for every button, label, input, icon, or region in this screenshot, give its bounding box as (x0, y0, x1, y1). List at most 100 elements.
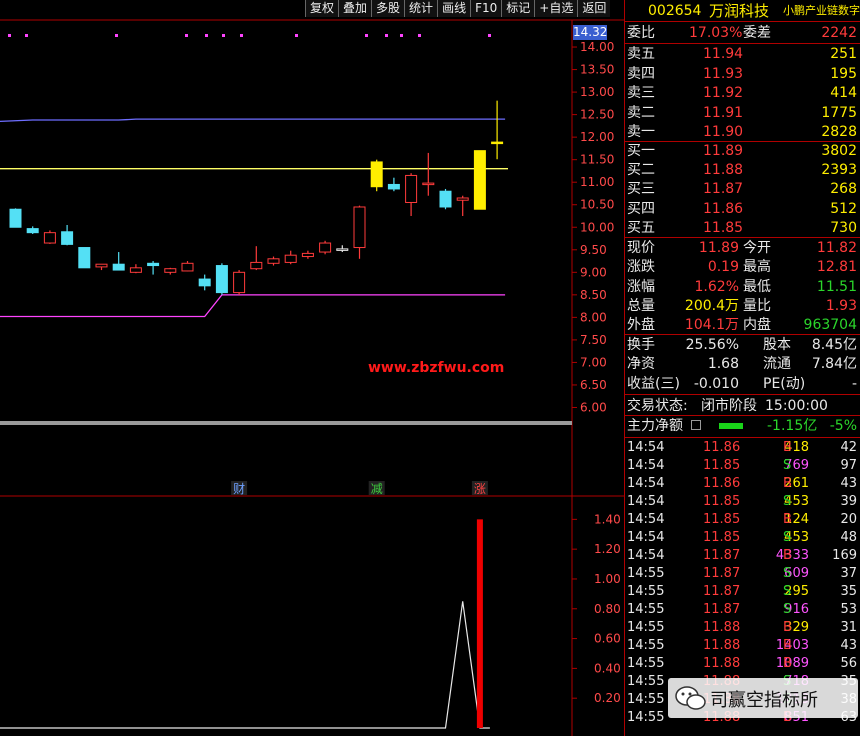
stat-label: 总量 (627, 297, 655, 314)
tick-row: 14:55 11.87 609 S 37 (625, 565, 860, 583)
tick-time: 14:55 (627, 674, 665, 689)
tick-direction: S (783, 494, 792, 509)
tick-count: 56 (840, 656, 857, 671)
stat-label: 净资 (627, 356, 655, 373)
flow-bar (719, 423, 743, 429)
stat-label: 股本 (763, 337, 791, 353)
tick-price: 11.87 (703, 584, 741, 599)
indicator-tick-label: 1.00 (594, 572, 621, 586)
candle-body (9, 208, 22, 228)
tick-count: 48 (840, 530, 857, 545)
candle-body (267, 258, 280, 264)
signal-dot (365, 34, 368, 37)
tick-price: 11.85 (703, 512, 741, 527)
price-tick-label: 12.50 (580, 108, 614, 122)
tick-time: 14:55 (627, 602, 665, 617)
tick-price: 11.87 (703, 566, 741, 581)
bid-volume: 268 (830, 181, 857, 198)
add-watchlist-button[interactable]: +自选 (534, 0, 578, 17)
candle-body (250, 261, 263, 270)
price-tick-label: 11.00 (580, 175, 614, 189)
bid-price: 11.87 (703, 181, 744, 198)
tick-count: 43 (840, 476, 857, 491)
stat-value: 104.1万 (684, 317, 739, 334)
stat-value: 8.45亿 (811, 337, 857, 353)
price-tick-label: 13.00 (580, 85, 614, 99)
price-tick-label: 6.00 (580, 400, 607, 414)
tick-price: 11.85 (703, 458, 741, 473)
mark-button[interactable]: 标记 (501, 0, 535, 17)
indicator-tick-label: 0.20 (594, 691, 621, 705)
ask-price: 11.94 (703, 46, 744, 62)
bid-price: 11.88 (703, 162, 744, 179)
stat-value: 11.51 (816, 278, 857, 295)
tick-row: 14:54 11.86 261 B 43 (625, 475, 860, 493)
stat-label: 量比 (743, 297, 771, 314)
candle-body (439, 190, 452, 208)
tick-count: 31 (840, 620, 857, 635)
back-button[interactable]: 返回 (577, 0, 611, 17)
price-tick-label: 6.50 (580, 378, 607, 392)
candle-body (78, 247, 91, 269)
statistics-button[interactable]: 统计 (404, 0, 438, 17)
quote-panel: 002654 万润科技 小鹏产业链数字 委比 17.03% 委差 2242 卖五… (624, 0, 860, 736)
ask-row: 卖四 11.93 195 (625, 65, 860, 83)
quote-row: 涨跌 0.19 最高 12.81 (625, 258, 860, 276)
overlay-button[interactable]: 叠加 (338, 0, 372, 17)
list-icon[interactable] (691, 420, 701, 430)
indicator-tick-label: 1.40 (594, 512, 621, 526)
tick-time: 14:55 (627, 710, 665, 725)
indicator-tick-label: 1.20 (594, 542, 621, 556)
candle-body (387, 183, 400, 190)
tick-direction: S (783, 602, 792, 617)
price-tick-label: 10.00 (580, 220, 614, 234)
signal-dot (115, 34, 118, 37)
ask-volume: 2828 (821, 124, 857, 140)
tick-count: 20 (840, 512, 857, 527)
f10-button[interactable]: F10 (470, 0, 502, 17)
signal-dot (205, 34, 208, 37)
signal-dot (418, 34, 421, 37)
stat-value: 200.4万 (684, 297, 739, 314)
stat-label: 最低 (743, 278, 771, 295)
restore-rights-button[interactable]: 复权 (305, 0, 339, 17)
tick-time: 14:54 (627, 530, 665, 545)
stat-value: 0.19 (707, 259, 739, 276)
bid-volume: 730 (830, 219, 857, 236)
tick-price: 11.86 (703, 440, 741, 455)
tick-row: 14:55 11.88 329 B 31 (625, 619, 860, 637)
tick-direction: S (783, 584, 792, 599)
indicator-tick-label: 0.60 (594, 632, 621, 646)
tick-count: 169 (832, 548, 857, 563)
tick-time: 14:55 (627, 638, 665, 653)
ask-label: 卖五 (627, 46, 655, 62)
bid-label: 买五 (627, 219, 655, 236)
wechat-icon (675, 686, 706, 710)
brand-text: 司赢空指标所 (710, 690, 818, 711)
draw-line-button[interactable]: 画线 (437, 0, 471, 17)
ask-row: 卖三 11.92 414 (625, 84, 860, 102)
tick-price: 11.88 (703, 656, 741, 671)
multi-stock-button[interactable]: 多股 (371, 0, 405, 17)
tick-row: 14:54 11.85 453 S 48 (625, 529, 860, 547)
ask-label: 卖二 (627, 104, 655, 121)
stat-value: 7.84亿 (811, 356, 857, 373)
tick-row: 14:54 11.87 4333 B 169 (625, 547, 860, 565)
tick-count: 97 (840, 458, 857, 473)
price-tick-label: 8.00 (580, 310, 607, 324)
stat-value: - (851, 375, 857, 392)
stat-value: 11.89 (698, 240, 739, 256)
tick-row: 14:54 11.85 124 B 20 (625, 511, 860, 529)
indicator-bar (476, 519, 483, 728)
chart-area[interactable]: 14.00 13.50 13.00 12.50 12.00 11.50 11.00 10.50… (0, 0, 624, 736)
tick-time: 14:55 (627, 692, 665, 707)
stat-label: 涨幅 (627, 278, 655, 295)
candle-body (26, 228, 39, 234)
signal-dot (25, 34, 28, 37)
price-box: 14.32 (573, 25, 608, 40)
candle-body (112, 263, 125, 271)
tick-direction: S (783, 530, 792, 545)
price-chart[interactable]: 14.00 13.50 13.00 12.50 12.00 11.50 11.00 10.50… (0, 0, 624, 736)
stat-label: 内盘 (743, 317, 771, 334)
candle-body (147, 262, 160, 267)
